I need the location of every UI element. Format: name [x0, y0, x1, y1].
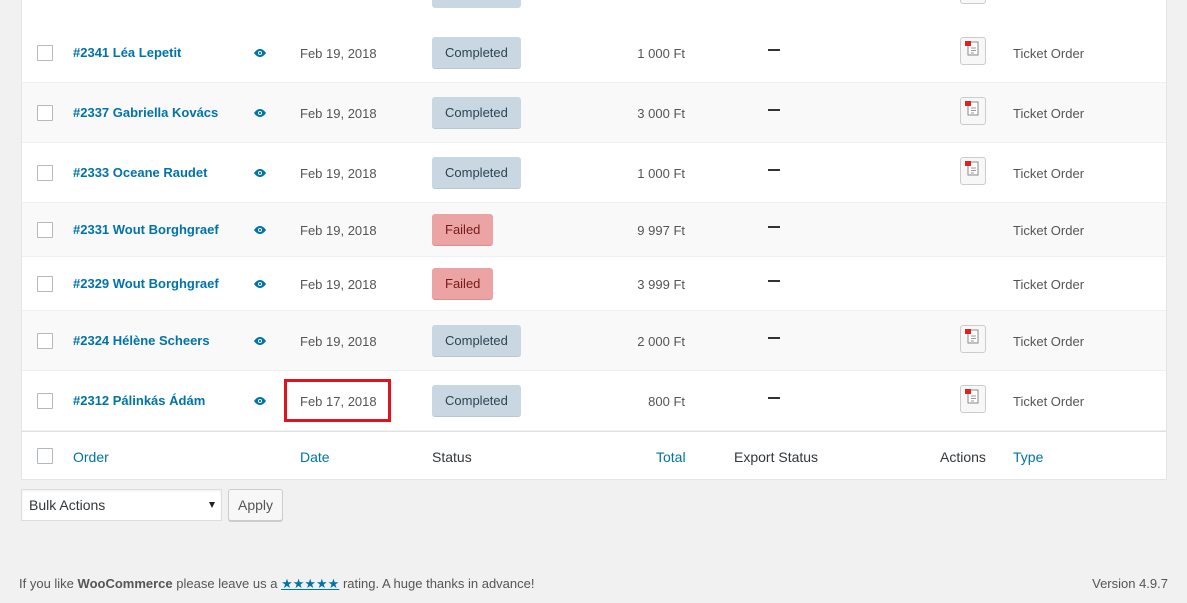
order-date: Feb 19, 2018 — [300, 223, 377, 238]
row-checkbox[interactable] — [37, 333, 53, 349]
order-link[interactable]: #2329 Wout Borghgraef — [73, 276, 219, 291]
order-type: Ticket Order — [1013, 166, 1085, 181]
order-date: Feb 19, 2018 — [300, 277, 377, 292]
table-row: #2329 Wout Borghgraef Feb 19, 2018 Failed 3… — [22, 257, 1166, 311]
eye-icon[interactable] — [253, 108, 267, 118]
table-row: #2324 Hélène Scheers Feb 19, 2018 Complete… — [22, 311, 1166, 371]
export-status-dash — [768, 169, 780, 171]
footer-text-before: If you like — [19, 576, 78, 591]
invoice-pdf-button[interactable] — [960, 37, 986, 65]
export-status-dash — [768, 49, 780, 51]
rating-stars-link[interactable]: ★★★★★ — [281, 576, 339, 591]
table-row: #2337 Gabriella Kovács Feb 19, 2018 Comple… — [22, 83, 1166, 143]
export-status-dash — [768, 109, 780, 111]
footer-brand: WooCommerce — [77, 576, 173, 591]
order-total: 3 999 Ft — [637, 277, 685, 292]
export-status-dash — [768, 397, 780, 399]
export-status-dash — [768, 337, 780, 339]
order-link[interactable]: #2333 Oceane Raudet — [73, 165, 207, 180]
orders-table: #2341 Léa Lepetit Feb 19, 2018 Completed 1 … — [21, 0, 1167, 480]
invoice-pdf-icon — [965, 389, 979, 404]
eye-icon[interactable] — [253, 168, 267, 178]
footer-text-middle: please leave us a — [172, 576, 282, 591]
table-row: #2331 Wout Borghgraef Feb 19, 2018 Failed 9… — [22, 203, 1166, 257]
eye-icon[interactable] — [253, 336, 267, 346]
invoice-pdf-button[interactable] — [960, 157, 986, 185]
invoice-pdf-icon — [965, 329, 979, 344]
eye-icon[interactable] — [253, 279, 267, 289]
column-order[interactable]: Order — [73, 449, 109, 465]
order-type: Ticket Order — [1013, 334, 1085, 349]
table-row: #2312 Pálinkás Ádám Feb 17, 2018 Completed… — [22, 371, 1166, 431]
order-type: Ticket Order — [1013, 106, 1085, 121]
order-total: 2 000 Ft — [637, 334, 685, 349]
order-date: Feb 19, 2018 — [300, 46, 377, 61]
date-highlight-box — [284, 379, 391, 422]
invoice-pdf-button[interactable] — [960, 97, 986, 125]
table-footer-header: Order Date Status Total Export Status Ac… — [22, 431, 1166, 479]
order-total: 800 Ft — [648, 394, 685, 409]
bulk-actions-selected: Bulk Actions — [29, 497, 106, 513]
column-type[interactable]: Type — [1013, 449, 1043, 465]
invoice-pdf-icon — [965, 41, 979, 56]
order-date: Feb 19, 2018 — [300, 106, 377, 121]
order-type: Ticket Order — [1013, 46, 1085, 61]
row-checkbox[interactable] — [37, 222, 53, 238]
select-all-checkbox[interactable] — [37, 448, 53, 464]
order-type: Ticket Order — [1013, 394, 1085, 409]
invoice-pdf-button[interactable] — [960, 385, 986, 413]
status-badge: Completed — [432, 157, 521, 189]
eye-icon[interactable] — [253, 48, 267, 58]
order-total: 1 000 Ft — [637, 166, 685, 181]
row-checkbox[interactable] — [37, 393, 53, 409]
apply-button[interactable]: Apply — [228, 489, 283, 521]
order-total: 3 000 Ft — [637, 106, 685, 121]
row-checkbox[interactable] — [37, 165, 53, 181]
order-total: 1 000 Ft — [637, 46, 685, 61]
status-badge: Failed — [432, 268, 494, 300]
status-badge: Completed — [432, 97, 521, 129]
order-link[interactable]: #2331 Wout Borghgraef — [73, 222, 219, 237]
order-type: Ticket Order — [1013, 223, 1085, 238]
status-badge: Completed — [432, 385, 521, 417]
status-badge: Completed — [432, 325, 521, 357]
order-link[interactable]: #2337 Gabriella Kovács — [73, 105, 218, 120]
order-total: 9 997 Ft — [637, 223, 685, 238]
order-type: Ticket Order — [1013, 277, 1085, 292]
table-row: #2333 Oceane Raudet Feb 19, 2018 Completed… — [22, 143, 1166, 203]
row-checkbox[interactable] — [37, 105, 53, 121]
invoice-pdf-icon — [965, 161, 979, 176]
order-link[interactable]: #2312 Pálinkás Ádám — [73, 393, 205, 408]
invoice-pdf-button[interactable] — [960, 325, 986, 353]
chevron-down-icon — [209, 502, 215, 508]
column-actions: Actions — [940, 449, 986, 465]
footer-text-after: rating. A huge thanks in advance! — [339, 576, 535, 591]
column-total[interactable]: Total — [656, 449, 686, 465]
status-badge-partial — [432, 0, 521, 8]
order-date: Feb 19, 2018 — [300, 334, 377, 349]
eye-icon[interactable] — [253, 225, 267, 235]
export-status-dash — [768, 226, 780, 228]
order-link[interactable]: #2341 Léa Lepetit — [73, 45, 181, 60]
column-status: Status — [432, 449, 472, 465]
status-badge: Failed — [432, 214, 494, 246]
eye-icon[interactable] — [253, 396, 267, 406]
row-checkbox[interactable] — [37, 276, 53, 292]
status-badge: Completed — [432, 37, 521, 69]
table-row: #2341 Léa Lepetit Feb 19, 2018 Completed 1 … — [22, 23, 1166, 83]
order-link[interactable]: #2324 Hélène Scheers — [73, 333, 210, 348]
column-date[interactable]: Date — [300, 449, 330, 465]
footer-rating-text: If you like WooCommerce please leave us … — [19, 576, 534, 592]
order-date: Feb 19, 2018 — [300, 166, 377, 181]
action-button-partial[interactable] — [960, 0, 986, 4]
column-export-status: Export Status — [734, 449, 819, 465]
bulk-actions-select[interactable]: Bulk Actions — [21, 489, 222, 521]
invoice-pdf-icon — [965, 101, 979, 116]
row-checkbox[interactable] — [37, 45, 53, 61]
export-status-dash — [768, 280, 780, 282]
version-label: Version 4.9.7 — [1092, 576, 1168, 591]
